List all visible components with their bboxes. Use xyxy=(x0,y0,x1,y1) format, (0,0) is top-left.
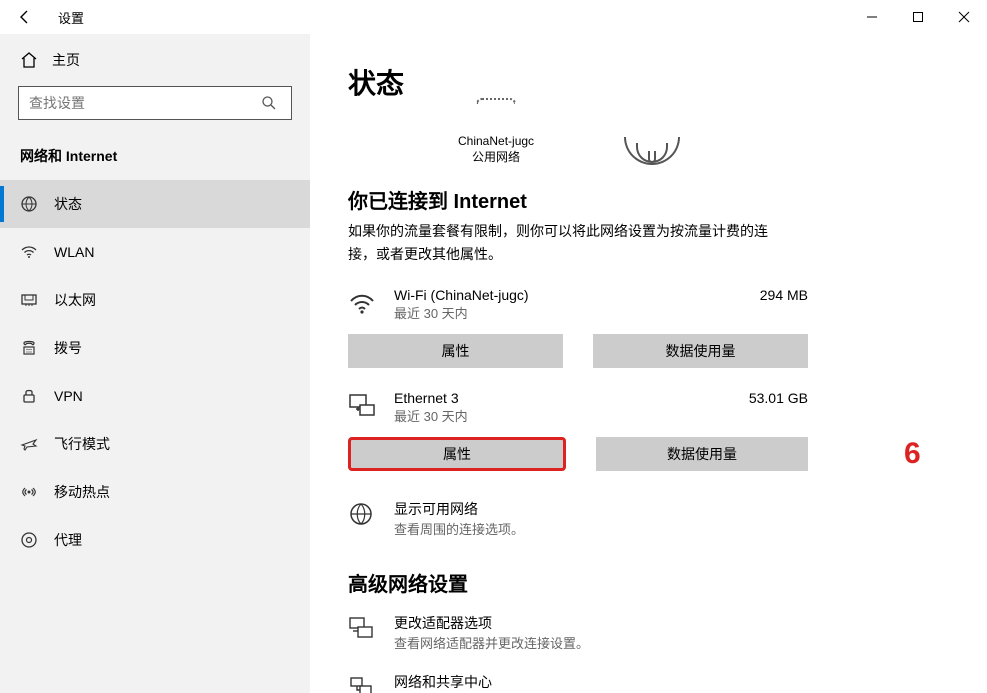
connection-ethernet: Ethernet 3 最近 30 天内 53.01 GB xyxy=(348,390,808,425)
sidebar-item-label: WLAN xyxy=(54,244,94,260)
show-networks-title: 显示可用网络 xyxy=(394,499,524,519)
vpn-icon xyxy=(20,387,38,405)
wifi-icon xyxy=(20,243,38,261)
maximize-button[interactable] xyxy=(895,0,941,34)
sidebar-item-label: 移动热点 xyxy=(54,482,110,502)
minimize-button[interactable] xyxy=(849,0,895,34)
status-icon xyxy=(20,195,38,213)
connection-sub: 最近 30 天内 xyxy=(394,406,808,425)
back-button[interactable] xyxy=(10,0,40,34)
hero-internet xyxy=(624,137,680,165)
titlebar: 设置 xyxy=(0,0,987,34)
show-available-networks[interactable]: 显示可用网络 查看周围的连接选项。 xyxy=(348,499,808,538)
sidebar-item-hotspot[interactable]: 移动热点 xyxy=(0,468,310,516)
sidebar-item-label: 以太网 xyxy=(54,290,96,310)
sidebar-item-proxy[interactable]: 代理 xyxy=(0,516,310,564)
advanced-title: 高级网络设置 xyxy=(348,568,953,597)
connected-desc: 如果你的流量套餐有限制，则你可以将此网络设置为按流量计费的连接，或者更改其他属性… xyxy=(348,220,788,265)
sidebar-item-label: 代理 xyxy=(54,530,82,550)
hero-icons: ChinaNet-jugc 公用网络 xyxy=(458,104,953,165)
connection-usage: 294 MB xyxy=(760,287,808,303)
sidebar-item-status[interactable]: 状态 xyxy=(0,180,310,228)
app-title: 设置 xyxy=(58,8,84,27)
annotation-6: 6 xyxy=(904,437,921,471)
adapter-options[interactable]: 更改适配器选项 查看网络适配器并更改连接设置。 xyxy=(348,613,848,652)
connection-wifi: Wi-Fi (ChinaNet-jugc) 最近 30 天内 294 MB xyxy=(348,287,808,322)
sidebar: 主页 网络和 Internet 状态 xyxy=(0,34,310,693)
sidebar-item-airplane[interactable]: 飞行模式 xyxy=(0,420,310,468)
connected-title: 你已连接到 Internet xyxy=(348,185,953,214)
sidebar-item-label: 状态 xyxy=(54,194,82,214)
sidebar-item-label: VPN xyxy=(54,388,83,404)
content-area: 状态 ChinaNet-jugc 公用网络 你已连接到 Internet 如果你… xyxy=(310,34,987,693)
connection-sub: 最近 30 天内 xyxy=(394,303,808,322)
hotspot-icon xyxy=(20,483,38,501)
sidebar-item-ethernet[interactable]: 以太网 xyxy=(0,276,310,324)
proxy-icon xyxy=(20,531,38,549)
sidebar-item-label: 拨号 xyxy=(54,338,82,358)
ethernet-data-usage-button[interactable]: 数据使用量 xyxy=(596,437,808,471)
close-button[interactable] xyxy=(941,0,987,34)
home-button[interactable]: 主页 xyxy=(0,40,310,80)
sidebar-item-wlan[interactable]: WLAN xyxy=(0,228,310,276)
hero-local-device: ChinaNet-jugc 公用网络 xyxy=(458,104,534,165)
dialup-icon xyxy=(20,339,38,357)
computer-wifi-icon xyxy=(472,104,520,134)
adapter-icon xyxy=(348,615,376,643)
hero-wifi-name: ChinaNet-jugc xyxy=(458,134,534,150)
search-input[interactable] xyxy=(19,95,261,111)
wifi-icon xyxy=(348,289,376,317)
sidebar-section-title: 网络和 Internet xyxy=(0,138,310,180)
hero-wifi-type: 公用网络 xyxy=(472,150,520,166)
sidebar-item-dialup[interactable]: 拨号 xyxy=(0,324,310,372)
adapter-title: 更改适配器选项 xyxy=(394,613,589,633)
show-networks-sub: 查看周围的连接选项。 xyxy=(394,519,524,538)
ethernet-icon xyxy=(20,291,38,309)
search-icon xyxy=(261,95,291,111)
ethernet-icon xyxy=(348,392,376,420)
sharing-icon xyxy=(348,674,376,693)
sharing-title: 网络和共享中心 xyxy=(394,672,492,692)
search-box[interactable] xyxy=(18,86,292,120)
adapter-sub: 查看网络适配器并更改连接设置。 xyxy=(394,633,589,652)
sidebar-item-vpn[interactable]: VPN xyxy=(0,372,310,420)
network-sharing-center[interactable]: 网络和共享中心 xyxy=(348,672,848,693)
globe-icon xyxy=(624,137,680,165)
connection-name: Wi-Fi (ChinaNet-jugc) xyxy=(394,287,808,303)
ethernet-properties-button[interactable]: 属性 xyxy=(348,437,566,471)
sidebar-item-label: 飞行模式 xyxy=(54,434,110,454)
connection-usage: 53.01 GB xyxy=(749,390,808,406)
wifi-data-usage-button[interactable]: 数据使用量 xyxy=(593,334,808,368)
globe-icon xyxy=(348,501,376,529)
airplane-icon xyxy=(20,435,38,453)
connection-name: Ethernet 3 xyxy=(394,390,808,406)
page-title: 状态 xyxy=(348,62,953,102)
home-label: 主页 xyxy=(52,50,80,70)
home-icon xyxy=(20,51,38,69)
wifi-properties-button[interactable]: 属性 xyxy=(348,334,563,368)
